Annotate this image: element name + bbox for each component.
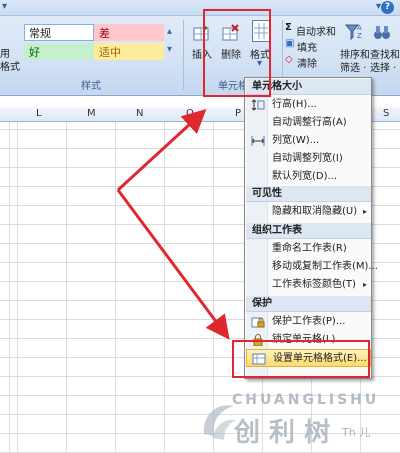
menu-item-autofit-column-width[interactable]: 自动调整列宽(I) — [246, 150, 371, 168]
menu-item-hide-unhide[interactable]: 隐藏和取消隐藏(U) ▸ — [246, 203, 371, 221]
watermark-letters: CHUANGLISHU — [232, 392, 380, 408]
watermark: CHUANGLISHU 创 利 树 Th 儿 — [196, 384, 400, 453]
menu-item-protect-sheet[interactable]: 保护工作表(P)... — [246, 313, 371, 331]
menu-item-label: 重命名工作表(R) — [272, 243, 347, 254]
annotation-box-format-cells — [232, 340, 370, 378]
menu-item-tab-color[interactable]: 工作表标签颜色(T) ▸ — [246, 276, 371, 294]
menu-item-move-copy-sheet[interactable]: 移动或复制工作表(M)... — [246, 258, 378, 276]
menu-item-row-height[interactable]: 行高(H)... — [246, 96, 371, 114]
column-width-icon — [251, 135, 265, 147]
annotation-box-format — [203, 9, 271, 97]
menu-section-visibility: 可见性 — [246, 186, 371, 202]
watermark-small: Th 儿 — [342, 426, 371, 439]
menu-item-label: 隐藏和取消隐藏(U) — [272, 206, 358, 217]
menu-item-default-width[interactable]: 默认列宽(D)... — [246, 168, 371, 186]
arrow-to-format-cells — [116, 189, 230, 340]
format-dropdown-menu: 单元格大小 行高(H)... 自动调整行高(A) 列宽(W)... 自动调整列宽… — [244, 77, 378, 379]
menu-item-rename-sheet[interactable]: 重命名工作表(R) — [246, 240, 371, 258]
arrow-to-format — [116, 108, 207, 192]
watermark-chinese: 创 利 树 — [234, 418, 331, 448]
menu-item-label: 自动调整行高(A) — [272, 117, 347, 128]
submenu-arrow-icon: ▸ — [362, 280, 367, 289]
menu-item-label: 自动调整列宽(I) — [272, 153, 343, 164]
protect-sheet-icon — [251, 316, 265, 328]
row-height-icon — [251, 99, 265, 111]
menu-item-label: 行高(H)... — [272, 99, 317, 110]
menu-item-label: 默认列宽(D)... — [272, 171, 338, 182]
menu-item-autofit-row-height[interactable]: 自动调整行高(A) — [246, 114, 371, 132]
menu-section-protection: 保护 — [246, 296, 371, 312]
menu-item-label: 保护工作表(P)... — [272, 316, 346, 327]
menu-item-label: 移动或复制工作表(M)... — [272, 261, 378, 272]
menu-item-label: 列宽(W)... — [272, 135, 320, 146]
submenu-arrow-icon: ▸ — [362, 207, 367, 216]
menu-item-label: 工作表标签颜色(T) — [272, 279, 356, 290]
menu-item-column-width[interactable]: 列宽(W)... — [246, 132, 371, 150]
menu-section-organize-sheets: 组织工作表 — [246, 223, 371, 239]
